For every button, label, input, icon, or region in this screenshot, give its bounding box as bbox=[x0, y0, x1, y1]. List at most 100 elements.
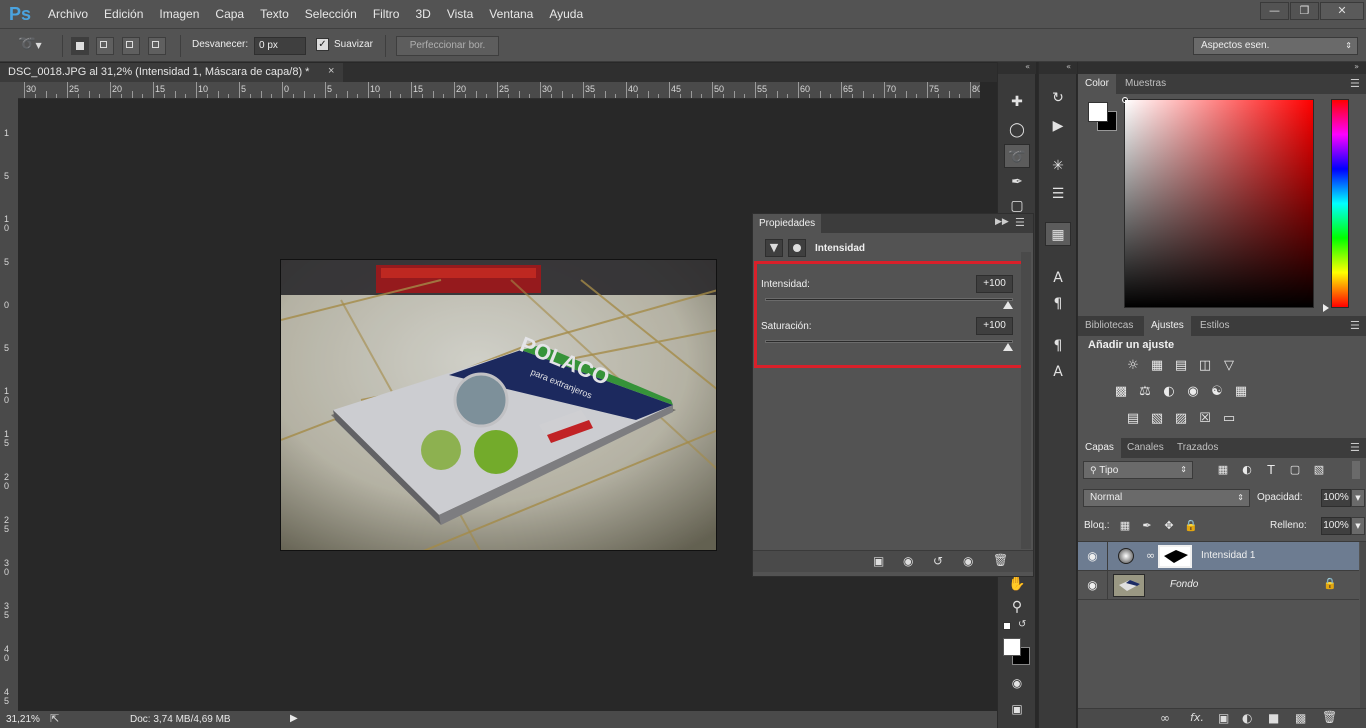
layer-row-fondo[interactable]: ◉ Fondo 🔒 bbox=[1078, 571, 1359, 600]
color-lookup-icon[interactable]: ▦ bbox=[1232, 383, 1250, 401]
refine-edge-button[interactable]: Perfeccionar bor. bbox=[396, 36, 499, 56]
brightness-contrast-icon[interactable]: ☼ bbox=[1124, 357, 1142, 375]
workspace-select[interactable]: Aspectos esen. ⇕ bbox=[1193, 37, 1358, 55]
new-layer-icon[interactable]: ▩ bbox=[1295, 711, 1306, 725]
character-panel-icon[interactable]: A bbox=[1045, 266, 1071, 290]
menu-ventana[interactable]: Ventana bbox=[481, 7, 541, 21]
tab-bibliotecas[interactable]: Bibliotecas bbox=[1078, 316, 1140, 336]
layer-style-icon[interactable]: fx. bbox=[1190, 711, 1204, 724]
menu-seleccion[interactable]: Selección bbox=[297, 7, 365, 21]
close-window-button[interactable]: ✕ bbox=[1320, 2, 1364, 20]
color-panel-menu-icon[interactable]: ☰ bbox=[1350, 77, 1360, 90]
document-tab[interactable]: DSC_0018.JPG al 31,2% (Intensidad 1, Más… bbox=[0, 63, 343, 82]
quick-mask-icon[interactable]: ◉ bbox=[1004, 671, 1030, 695]
mask-icon[interactable] bbox=[788, 239, 806, 257]
layer-link-icon[interactable]: ∞ bbox=[1146, 549, 1155, 562]
blend-mode-select[interactable]: Normal ⇕ bbox=[1083, 489, 1250, 507]
lock-pixels-icon[interactable]: ✒ bbox=[1138, 517, 1156, 535]
selective-color-icon[interactable]: ☒ bbox=[1196, 410, 1214, 428]
menu-edicion[interactable]: Edición bbox=[96, 7, 151, 21]
zoom-tool-icon[interactable]: ⚲ bbox=[1004, 595, 1030, 619]
layer-filter-select[interactable]: ⚲ Tipo ⇕ bbox=[1083, 461, 1193, 479]
vibrance-input[interactable]: +100 bbox=[976, 275, 1013, 293]
delete-layer-icon[interactable]: 🗑 bbox=[1322, 710, 1337, 724]
exposure-icon[interactable]: ◫ bbox=[1196, 357, 1214, 375]
tab-capas[interactable]: Capas bbox=[1078, 438, 1121, 458]
threshold-icon[interactable]: ▨ bbox=[1172, 410, 1190, 428]
properties-tab[interactable]: Propiedades bbox=[753, 214, 822, 233]
dock-collapse-icon[interactable]: « bbox=[1039, 62, 1077, 74]
reset-icon[interactable]: ↺ bbox=[933, 554, 943, 568]
default-colors-icon[interactable] bbox=[1003, 622, 1011, 630]
fill-dropdown-icon[interactable]: ▼ bbox=[1351, 517, 1365, 535]
filter-pixel-icon[interactable]: ▦ bbox=[1214, 461, 1232, 479]
vibrance-slider-track[interactable] bbox=[765, 298, 1013, 301]
toolbar-collapse-icon[interactable]: « bbox=[998, 62, 1036, 74]
menu-archivo[interactable]: Archivo bbox=[40, 7, 96, 21]
status-menu-arrow-icon[interactable]: ▶ bbox=[290, 713, 298, 724]
menu-vista[interactable]: Vista bbox=[439, 7, 481, 21]
lock-transparency-icon[interactable]: ▦ bbox=[1116, 517, 1134, 535]
new-adjustment-icon[interactable]: ◐ bbox=[1242, 711, 1252, 725]
move-tool-icon[interactable]: ✚ bbox=[1004, 90, 1030, 114]
menu-imagen[interactable]: Imagen bbox=[151, 7, 207, 21]
tab-trazados[interactable]: Trazados bbox=[1170, 438, 1225, 458]
clone-source-icon[interactable]: ☰ bbox=[1045, 182, 1071, 206]
layer-row-intensidad[interactable]: ◉ ∞ Intensidad 1 bbox=[1078, 542, 1359, 571]
marquee-tool-icon[interactable]: ◯ bbox=[1004, 118, 1030, 142]
saturation-slider-track[interactable] bbox=[765, 340, 1013, 343]
saturation-slider-thumb[interactable] bbox=[1003, 343, 1013, 351]
toggle-visibility-icon[interactable]: ◉ bbox=[963, 554, 973, 568]
close-tab-icon[interactable]: × bbox=[328, 65, 334, 77]
layer-mask-thumbnail[interactable] bbox=[1158, 545, 1192, 568]
share-icon[interactable]: ⇱ bbox=[50, 712, 59, 725]
zoom-level[interactable]: 31,21% bbox=[6, 714, 40, 725]
tab-ajustes[interactable]: Ajustes bbox=[1144, 316, 1191, 336]
vibrance-adjustment-icon[interactable]: ▼ bbox=[765, 239, 783, 257]
link-layers-icon[interactable]: ∞ bbox=[1160, 711, 1170, 725]
layers-menu-icon[interactable]: ☰ bbox=[1350, 441, 1360, 454]
restore-button[interactable]: ❐ bbox=[1290, 2, 1319, 20]
gradient-map-icon[interactable]: ▭ bbox=[1220, 410, 1238, 428]
hue-saturation-icon[interactable]: ▩ bbox=[1112, 383, 1130, 401]
menu-filtro[interactable]: Filtro bbox=[365, 7, 408, 21]
lasso-tool-icon[interactable]: ➰ bbox=[1004, 144, 1030, 168]
layer-name[interactable]: Intensidad 1 bbox=[1201, 550, 1256, 561]
properties-panel-icon[interactable]: ▦ bbox=[1045, 222, 1071, 246]
layer-visibility-eye-icon[interactable]: ◉ bbox=[1078, 542, 1108, 571]
lock-all-icon[interactable]: 🔒 bbox=[1182, 517, 1200, 535]
layers-scrollbar[interactable] bbox=[1360, 542, 1366, 708]
paragraph-styles-icon[interactable]: ¶ bbox=[1045, 334, 1071, 358]
hue-slider-thumb[interactable] bbox=[1323, 304, 1329, 312]
posterize-icon[interactable]: ▧ bbox=[1148, 410, 1166, 428]
actions-panel-icon[interactable]: ▶ bbox=[1045, 114, 1071, 138]
new-group-icon[interactable]: ■ bbox=[1268, 711, 1279, 725]
tab-estilos[interactable]: Estilos bbox=[1193, 316, 1236, 336]
quick-selection-tool-icon[interactable]: ✒ bbox=[1004, 170, 1030, 194]
black-white-icon[interactable]: ◐ bbox=[1160, 383, 1178, 401]
foreground-color-swatch[interactable] bbox=[1003, 638, 1021, 656]
filter-shape-icon[interactable]: ▢ bbox=[1286, 461, 1304, 479]
character-styles-icon[interactable]: A bbox=[1045, 360, 1071, 384]
channel-mixer-icon[interactable]: ☯ bbox=[1208, 383, 1226, 401]
menu-3d[interactable]: 3D bbox=[407, 7, 438, 21]
tab-muestras[interactable]: Muestras bbox=[1118, 74, 1173, 94]
expand-panel-icon[interactable]: ▶▶ bbox=[995, 217, 1009, 227]
tab-color[interactable]: Color bbox=[1078, 74, 1116, 94]
fg-color-swatch[interactable] bbox=[1088, 102, 1108, 122]
adjustments-menu-icon[interactable]: ☰ bbox=[1350, 319, 1360, 332]
color-field[interactable] bbox=[1124, 99, 1314, 308]
minimize-button[interactable]: — bbox=[1260, 2, 1289, 20]
brush-panel-icon[interactable]: ✳ bbox=[1045, 154, 1071, 178]
right-dock-collapse-icon[interactable]: » bbox=[1078, 62, 1366, 74]
filter-type-icon[interactable]: T bbox=[1262, 461, 1280, 479]
clip-to-layer-icon[interactable]: ▣ bbox=[873, 554, 884, 568]
menu-capa[interactable]: Capa bbox=[207, 7, 252, 21]
menu-texto[interactable]: Texto bbox=[252, 7, 297, 21]
hue-slider[interactable] bbox=[1331, 99, 1349, 308]
levels-icon[interactable]: ▦ bbox=[1148, 357, 1166, 375]
add-selection-icon[interactable] bbox=[96, 37, 114, 55]
vibrance-slider-thumb[interactable] bbox=[1003, 301, 1013, 309]
saturation-input[interactable]: +100 bbox=[976, 317, 1013, 335]
vibrance-icon[interactable]: ▽ bbox=[1220, 357, 1238, 375]
